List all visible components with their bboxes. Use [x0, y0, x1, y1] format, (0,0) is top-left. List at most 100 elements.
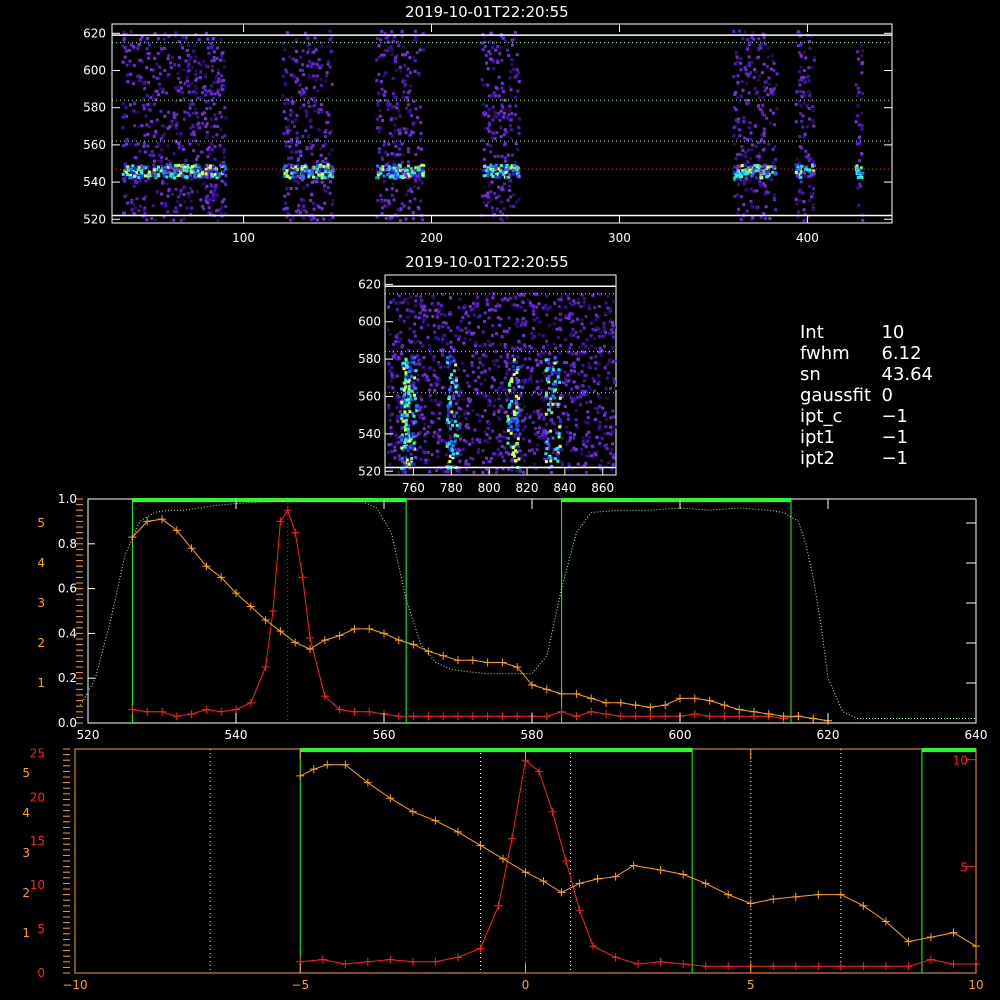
y-tick-label-orange: 4 [22, 806, 30, 820]
data-point-orange [557, 689, 566, 698]
data-point-red [468, 712, 477, 721]
data-point-red [476, 944, 485, 953]
data-point-red [261, 663, 270, 671]
y-tick-label-orange: 2 [22, 886, 30, 900]
param-row: ipt_c −1 [800, 406, 933, 427]
data-point-red [202, 705, 211, 714]
x-tick-label: 580 [521, 728, 544, 742]
y-tick-label-orange: 5 [37, 516, 45, 530]
data-point-orange [424, 647, 433, 656]
data-point-red [791, 962, 800, 971]
top-image-x-tick: 200 [420, 231, 443, 245]
param-row: gaussfit 0 [800, 385, 933, 406]
data-point-red [575, 906, 584, 915]
data-point-red [318, 955, 327, 964]
data-point-red [172, 712, 181, 721]
data-point-orange [769, 895, 778, 904]
top-image-y-tick: 580 [83, 101, 106, 115]
top-image-title: 2019-10-01T22:20:55 [405, 3, 569, 21]
data-point-red [246, 698, 255, 707]
y-tick-label-orange: 1 [37, 676, 45, 690]
data-point-red [557, 707, 566, 716]
y-tick-label-right: 5 [960, 860, 968, 874]
data-point-orange [409, 640, 418, 649]
param-key: ipt2 [800, 448, 835, 469]
y-tick-label-orange: 4 [37, 556, 45, 570]
top-image-y-tick: 600 [83, 63, 106, 77]
mid-image-y-tick: 560 [358, 389, 381, 403]
x-tick-label: 600 [669, 728, 692, 742]
data-point-orange [791, 892, 800, 901]
data-point-red [690, 710, 699, 719]
data-point-orange [701, 879, 710, 888]
data-point-orange [309, 765, 318, 774]
data-point-red [483, 712, 492, 721]
data-point-orange [809, 714, 818, 723]
mid-image-x-tick: 800 [478, 481, 501, 495]
data-point-red [439, 712, 448, 721]
param-key: fwhm [800, 343, 850, 364]
y-tick-label-red: 0 [37, 966, 45, 980]
data-point-orange [323, 760, 332, 769]
top-image-x-tick: 300 [608, 231, 631, 245]
mid-image-y-tick: 580 [358, 352, 381, 366]
param-key: gaussfit [800, 385, 872, 406]
data-point-orange [720, 701, 729, 710]
y-tick-label-red: 20 [30, 790, 45, 804]
data-point-orange [306, 645, 314, 654]
data-point-red [705, 712, 714, 721]
mid-image-y-tick: 540 [358, 427, 381, 441]
param-row: ipt1 −1 [800, 427, 933, 448]
data-point-orange [439, 651, 448, 660]
y-tick-label-white: 0.8 [58, 537, 77, 551]
mid-image-y-tick: 600 [358, 315, 381, 329]
y-tick-label-red: 25 [30, 746, 45, 760]
param-key: ipt1 [800, 427, 835, 448]
data-point-red [409, 712, 418, 721]
data-point-red [724, 962, 733, 971]
series-line-orange [300, 764, 977, 947]
data-point-orange [602, 698, 610, 707]
mid-image-x-tick: 820 [516, 481, 539, 495]
data-point-red [498, 712, 507, 721]
param-row: sn 43.64 [800, 364, 933, 385]
data-point-orange [593, 874, 602, 883]
data-point-red [631, 712, 640, 721]
data-point-orange [394, 636, 403, 645]
data-point-orange [814, 890, 823, 899]
data-point-red [350, 707, 359, 716]
data-point-orange [705, 696, 714, 705]
y-tick-label-white: 0.0 [58, 716, 77, 730]
mid-image-title: 2019-10-01T22:20:55 [405, 253, 569, 271]
mid-image-x-tick: 760 [402, 481, 425, 495]
param-value: 10 [870, 322, 905, 343]
data-point-orange [276, 627, 285, 636]
top-image-y-tick: 520 [83, 212, 106, 226]
data-point-red [283, 506, 292, 515]
top-image-x-tick: 400 [796, 231, 819, 245]
data-point-red [143, 707, 152, 716]
data-point-orange [296, 771, 305, 780]
top-image-x-tick: 100 [232, 231, 255, 245]
data-point-orange [431, 816, 440, 825]
data-point-red [836, 962, 845, 971]
x-tick-label: 620 [817, 728, 840, 742]
param-value: −1 [870, 427, 908, 448]
y-tick-label-red: 5 [37, 922, 45, 936]
data-point-red [926, 955, 935, 964]
param-value: −1 [870, 406, 908, 427]
param-key: Int [800, 322, 824, 343]
mid-image-x-tick: 840 [553, 481, 576, 495]
param-key: ipt_c [800, 406, 843, 427]
x-tick-label: −5 [291, 978, 309, 992]
data-point-red [394, 712, 403, 721]
spectrum-plot-lower: −10 −5 0 5 10 0 5 10 15 20 25 1 2 3 4 5 5 10 [22, 746, 983, 992]
data-point-orange [616, 698, 625, 707]
data-point-red [298, 573, 307, 582]
y-tick-label-white: 0.2 [58, 671, 77, 685]
y-tick-label-orange: 2 [37, 636, 45, 650]
data-point-red [365, 707, 374, 716]
param-value: 43.64 [870, 364, 933, 385]
top-image-panel: 100 200 300 400 520 540 560 580 600 620 [83, 23, 893, 245]
data-point-red [408, 957, 417, 966]
